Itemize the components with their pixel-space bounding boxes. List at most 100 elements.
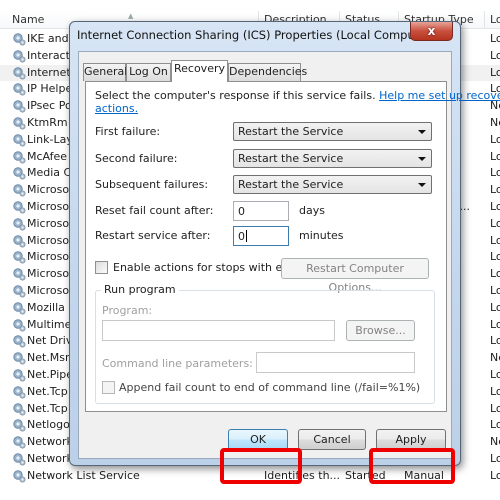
first-failure-value: Restart the Service [238,125,344,138]
service-log-on-as: Lo [490,418,500,432]
service-gear-icon [12,217,26,231]
tab-recovery[interactable]: Recovery [171,60,228,82]
service-log-on-as: Lo [490,183,500,197]
first-failure-label: First failure: [95,125,161,138]
service-gear-icon [12,318,26,332]
service-log-on-as: Lo [490,48,500,62]
close-icon: x [427,24,436,38]
service-gear-icon [12,234,26,248]
second-failure-label: Second failure: [95,152,178,165]
service-log-on-as: Lo [490,384,500,398]
service-gear-icon [12,82,26,96]
service-log-on-as: Ne [490,351,500,365]
service-gear-icon [12,250,26,264]
apply-button-highlight [369,448,455,484]
reset-fail-count-input[interactable]: 0 [233,201,289,221]
chevron-down-icon [418,157,426,161]
append-fail-count-checkbox[interactable] [102,381,115,394]
service-log-on-as: Lo [490,200,500,213]
service-gear-icon [12,200,26,214]
dialog-title: Internet Connection Sharing (ICS) Proper… [77,28,436,42]
days-unit-label: days [299,204,325,217]
subsequent-failures-label: Subsequent failures: [95,178,209,191]
service-log-on-as: Lo [490,32,500,45]
first-failure-select[interactable]: Restart the Service [233,122,432,141]
tab-log-on[interactable]: Log On [126,63,171,81]
minutes-unit-label: minutes [299,229,344,242]
program-input[interactable] [102,320,335,341]
service-log-on-as: Lo [490,284,500,297]
recovery-panel: Select the computer's response if this s… [85,81,500,412]
sort-ascending-icon: ▲ [128,12,134,20]
service-gear-icon [12,267,26,281]
service-gear-icon [12,66,26,80]
cancel-button[interactable]: Cancel [298,429,366,450]
tab-general[interactable]: General [83,63,127,81]
service-log-on-as: Lo [490,368,500,381]
intro-text: Select the computer's response if this s… [95,89,500,102]
column-separator[interactable] [484,11,485,29]
service-gear-icon [12,166,26,180]
service-log-on-as: Lo [490,401,500,415]
service-log-on-as: Lo [490,300,500,314]
second-failure-select[interactable]: Restart the Service [233,149,432,168]
enable-actions-checkbox[interactable] [95,261,108,274]
service-log-on-as: Lo [490,166,500,180]
subsequent-failures-value: Restart the Service [238,178,344,191]
append-fail-count-label: Append fail count to end of command line… [119,381,421,394]
ok-button[interactable]: OK [228,429,288,450]
service-log-on-as: Ne [490,116,500,129]
service-gear-icon [12,49,26,63]
restart-service-value: 0 [238,230,245,243]
tab-dependencies[interactable]: Dependencies [228,63,307,81]
ok-button-highlight [220,448,302,484]
service-gear-icon [12,418,26,432]
service-log-on-as: Lo [490,334,500,348]
service-gear-icon [12,368,26,382]
browse-button[interactable]: Browse... [346,320,415,341]
service-gear-icon [12,351,26,365]
service-log-on-as: Lo [490,250,500,264]
dialog-body: General Log On Recovery Dependencies Sel… [78,51,500,459]
column-header-log-on-as[interactable]: Lo [490,13,500,26]
column-header-name[interactable]: Name [12,13,44,26]
service-log-on-as: Lo [490,468,500,482]
service-log-on-as: Ne [490,435,500,449]
reset-fail-count-value: 0 [238,205,245,218]
restart-service-input[interactable]: 0 [233,226,289,246]
service-gear-icon [12,402,26,416]
service-gear-icon [12,183,26,197]
chevron-down-icon [418,183,426,187]
restart-computer-options-button[interactable]: Restart Computer Options... [281,258,429,294]
cmd-params-input[interactable] [256,352,415,373]
service-log-on-as: Lo [490,149,500,163]
service-gear-icon [12,301,26,315]
help-recovery-link[interactable]: Help me set up recovery [379,89,500,102]
cmd-params-label: Command line parameters: [102,357,253,370]
service-log-on-as: Lo [490,216,500,230]
service-gear-icon [12,150,26,164]
service-log-on-as: Lo [490,317,500,331]
service-log-on-as: Lo [490,132,500,146]
service-name: Network List Service [27,468,140,482]
chevron-down-icon [418,130,426,134]
second-failure-value: Restart the Service [238,152,344,165]
properties-dialog: Internet Connection Sharing (ICS) Proper… [69,21,500,466]
service-gear-icon [12,32,26,46]
service-name: McAfee [27,149,68,163]
apply-button[interactable]: Apply [376,429,446,450]
service-gear-icon [12,334,26,348]
service-gear-icon [12,99,26,113]
help-recovery-link-continued[interactable]: actions. [95,102,138,115]
service-gear-icon [12,284,26,298]
reset-fail-count-label: Reset fail count after: [95,204,214,217]
service-log-on-as: Lo [490,267,500,281]
service-log-on-as: Lo [490,65,500,79]
service-gear-icon [12,133,26,147]
restart-service-label: Restart service after: [95,229,211,242]
text-caret [246,230,247,242]
subsequent-failures-select[interactable]: Restart the Service [233,175,432,194]
service-gear-icon [12,435,26,449]
close-button[interactable]: x [410,22,453,41]
intro-text-label: Select the computer's response if this s… [95,89,376,102]
